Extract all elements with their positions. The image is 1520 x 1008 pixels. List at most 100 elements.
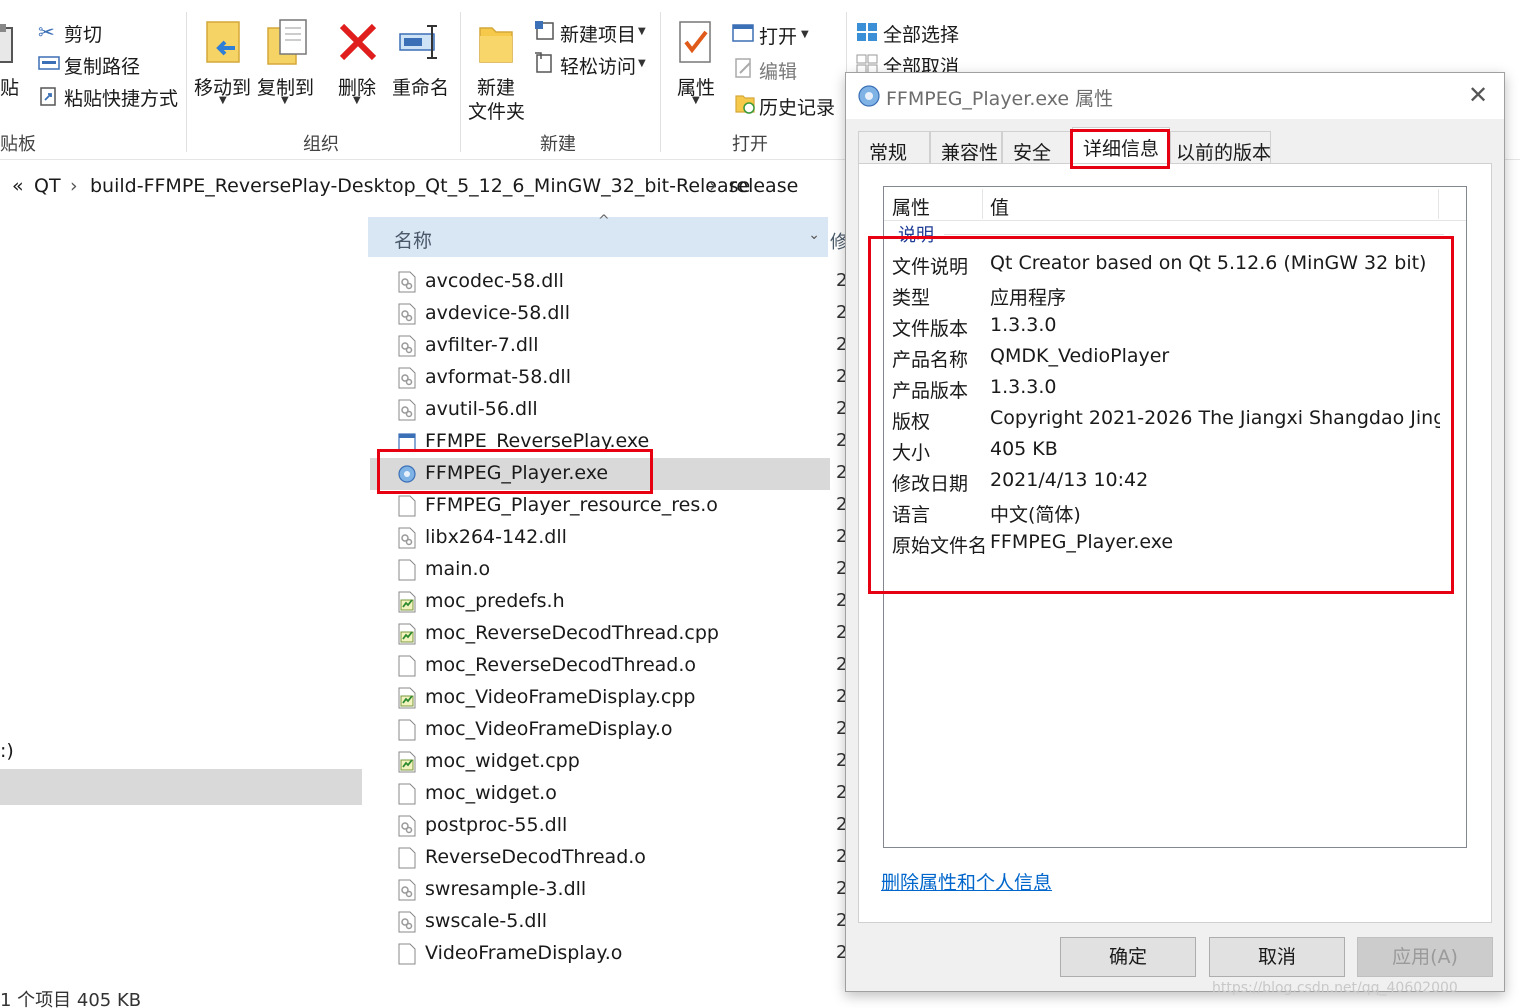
- file-row[interactable]: libx264-142.dll 2: [370, 522, 847, 554]
- copy-to-icon[interactable]: [266, 18, 310, 66]
- ok-button[interactable]: 确定: [1060, 937, 1196, 977]
- dll-icon: [398, 335, 416, 357]
- file-row[interactable]: moc_VideoFrameDisplay.o 2: [370, 714, 847, 746]
- tab-security[interactable]: 安全: [1002, 131, 1072, 165]
- file-name: VideoFrameDisplay.o: [425, 942, 623, 964]
- properties-caret[interactable]: ▼: [692, 95, 700, 106]
- tab-compatibility[interactable]: 兼容性: [930, 131, 1002, 165]
- file-row[interactable]: avdevice-58.dll 2: [370, 298, 847, 330]
- file-name: avutil-56.dll: [425, 398, 538, 420]
- column-name-label: 名称: [394, 230, 433, 252]
- organize-group-label: 组织: [303, 134, 339, 155]
- rename-button[interactable]: 重命名: [392, 73, 449, 100]
- new-folder-label-1[interactable]: 新建: [477, 73, 515, 100]
- copy-path-icon: [38, 56, 60, 70]
- dialog-title-bar[interactable]: FFMPEG_Player.exe 属性 ✕: [846, 73, 1504, 119]
- tab-previous-versions[interactable]: 以前的版本: [1170, 131, 1271, 165]
- rename-icon[interactable]: [398, 22, 442, 62]
- paste-button[interactable]: 贴: [0, 73, 19, 100]
- file-row[interactable]: swscale-5.dll 2: [370, 906, 847, 938]
- nav-item-selected[interactable]: [0, 769, 362, 805]
- address-bar[interactable]: « QT › build-FFMPE_ReversePlay-Desktop_Q…: [0, 166, 850, 208]
- open-group-label: 打开: [732, 134, 768, 155]
- file-row[interactable]: swresample-3.dll 2: [370, 874, 847, 906]
- column-dropdown-icon[interactable]: ⌄: [808, 227, 820, 243]
- apply-button[interactable]: 应用(A): [1357, 937, 1493, 977]
- breadcrumb-separator[interactable]: ›: [709, 175, 717, 197]
- file-row[interactable]: avfilter-7.dll 2: [370, 330, 847, 362]
- open-button[interactable]: 打开: [759, 22, 797, 49]
- tab-general[interactable]: 常规: [858, 131, 930, 165]
- file-row[interactable]: moc_VideoFrameDisplay.cpp 2: [370, 682, 847, 714]
- cancel-button[interactable]: 取消: [1209, 937, 1345, 977]
- file-row[interactable]: ReverseDecodThread.o 2: [370, 842, 847, 874]
- source-icon: [398, 623, 416, 645]
- address-overflow[interactable]: «: [12, 175, 24, 197]
- remove-properties-link[interactable]: 删除属性和个人信息: [881, 868, 1052, 895]
- select-all-button[interactable]: 全部选择: [883, 20, 959, 47]
- group-separator: [460, 12, 461, 152]
- new-item-caret[interactable]: ▼: [638, 26, 646, 37]
- file-row[interactable]: FFMPEG_Player_resource_res.o 2: [370, 490, 847, 522]
- paste-shortcut-button[interactable]: 粘贴快捷方式: [64, 84, 178, 111]
- properties-icon[interactable]: [678, 20, 714, 66]
- move-to-icon[interactable]: [205, 18, 245, 66]
- file-row[interactable]: moc_widget.o 2: [370, 778, 847, 810]
- dll-icon: [398, 271, 416, 293]
- easy-access-button[interactable]: 轻松访问: [560, 52, 636, 79]
- close-icon[interactable]: ✕: [1468, 81, 1488, 109]
- copy-path-button[interactable]: 复制路径: [64, 52, 140, 79]
- new-item-icon: [535, 21, 554, 40]
- dll-icon: [398, 879, 416, 901]
- nav-item-partial[interactable]: :): [0, 740, 14, 762]
- breadcrumb-qt[interactable]: QT: [34, 175, 61, 197]
- easy-access-caret[interactable]: ▼: [638, 58, 646, 69]
- breadcrumb-build-folder[interactable]: build-FFMPE_ReversePlay-Desktop_Qt_5_12_…: [90, 175, 750, 197]
- header-value[interactable]: 值: [990, 193, 1009, 220]
- file-name: avfilter-7.dll: [425, 334, 539, 356]
- paste-icon[interactable]: [0, 22, 16, 64]
- copy-to-caret[interactable]: ▼: [281, 95, 289, 106]
- file-row[interactable]: postproc-55.dll 2: [370, 810, 847, 842]
- header-property[interactable]: 属性: [892, 193, 930, 220]
- breadcrumb-release[interactable]: release: [729, 175, 798, 197]
- file-name: swscale-5.dll: [425, 910, 547, 932]
- file-name: FFMPEG_Player_resource_res.o: [425, 494, 718, 516]
- file-row[interactable]: VideoFrameDisplay.o 2: [370, 938, 847, 970]
- file-row[interactable]: avformat-58.dll 2: [370, 362, 847, 394]
- column-header-name[interactable]: ^ 名称 ⌄: [368, 213, 828, 257]
- file-name: ReverseDecodThread.o: [425, 846, 646, 868]
- dll-icon: [398, 303, 416, 325]
- file-row[interactable]: moc_ReverseDecodThread.o 2: [370, 650, 847, 682]
- new-item-button[interactable]: 新建项目: [560, 20, 636, 47]
- file-row[interactable]: moc_predefs.h 2: [370, 586, 847, 618]
- dll-icon: [398, 815, 416, 837]
- header-divider: [982, 189, 983, 219]
- group-separator: [660, 12, 661, 152]
- file-row[interactable]: main.o 2: [370, 554, 847, 586]
- file-icon: [398, 559, 416, 581]
- breadcrumb-separator[interactable]: ›: [70, 175, 78, 197]
- file-row[interactable]: moc_ReverseDecodThread.cpp 2: [370, 618, 847, 650]
- file-name: moc_widget.cpp: [425, 750, 580, 772]
- history-icon: [735, 95, 755, 114]
- file-name: avdevice-58.dll: [425, 302, 570, 324]
- file-name: moc_VideoFrameDisplay.cpp: [425, 686, 696, 708]
- cut-button[interactable]: 剪切: [64, 20, 102, 47]
- file-row[interactable]: avcodec-58.dll 2: [370, 266, 847, 298]
- edit-button[interactable]: 编辑: [759, 57, 797, 84]
- select-all-icon: [857, 23, 877, 41]
- open-icon: [732, 24, 754, 42]
- file-row[interactable]: moc_widget.cpp 2: [370, 746, 847, 778]
- file-name: moc_ReverseDecodThread.cpp: [425, 622, 719, 644]
- history-button[interactable]: 历史记录: [759, 93, 835, 120]
- new-folder-icon[interactable]: [478, 20, 514, 64]
- file-icon: [398, 655, 416, 677]
- delete-icon[interactable]: [338, 22, 378, 62]
- file-row[interactable]: avutil-56.dll 2: [370, 394, 847, 426]
- open-caret[interactable]: ▼: [801, 29, 809, 40]
- file-icon: [398, 495, 416, 517]
- move-to-caret[interactable]: ▼: [219, 95, 227, 106]
- new-folder-label-2[interactable]: 文件夹: [468, 97, 525, 124]
- delete-caret[interactable]: ▼: [353, 95, 361, 106]
